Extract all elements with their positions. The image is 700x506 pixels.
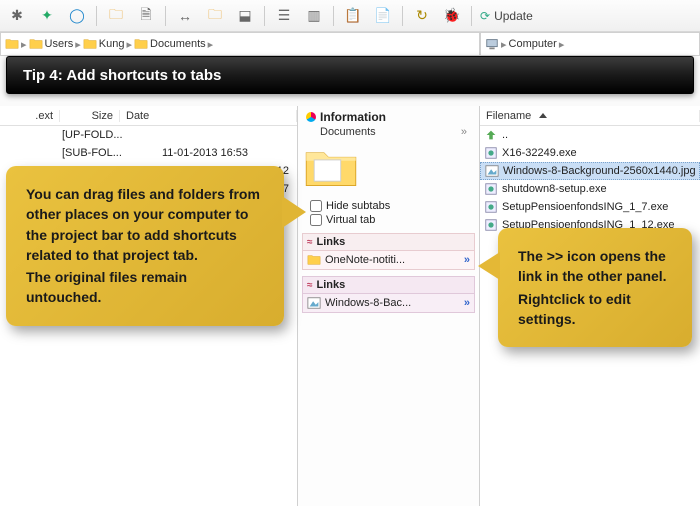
clipboard-icon[interactable]: 📋 [342, 5, 364, 27]
tool-icon[interactable]: ✦ [36, 5, 58, 27]
folder-large-icon [302, 144, 360, 190]
col-size[interactable]: Size [60, 110, 120, 122]
hide-subtabs-checkbox[interactable]: Hide subtabs [302, 199, 475, 213]
tip-title: Tip 4: Add shortcuts to tabs [23, 67, 221, 84]
link-item[interactable]: Windows-8-Bac... » [302, 294, 475, 313]
main-toolbar: ✱ ✦ ◯ 🗀 🗎 ↔ 🗀 ⬓ ☰ ▥ 📋 📄 ↻ 🐞 ⟳ Update [0, 0, 700, 32]
list-item-up[interactable]: .. [480, 126, 700, 144]
list-item[interactable]: [SUB-FOL...11-01-2013 16:53 [0, 144, 297, 162]
col-date[interactable]: Date [120, 110, 297, 122]
open-in-other-panel-icon[interactable]: » [464, 297, 470, 309]
col-ext[interactable]: .ext [0, 110, 60, 122]
link-item[interactable]: OneNote-notiti... » [302, 251, 475, 270]
tool-icon[interactable]: ▥ [303, 5, 325, 27]
paste-icon[interactable]: 📄 [372, 5, 394, 27]
right-column-header[interactable]: Filename [480, 106, 700, 126]
tool-icon[interactable]: ↔ [174, 5, 196, 27]
update-button[interactable]: ⟳ Update [480, 9, 533, 23]
info-header: Information [302, 108, 475, 126]
col-filename[interactable]: Filename [480, 110, 700, 122]
callout-text: You can drag files and folders from othe… [26, 184, 264, 265]
tool-icon[interactable]: ✱ [6, 5, 28, 27]
sync-icon[interactable]: ↻ [411, 5, 433, 27]
tool-icon[interactable]: ◯ [66, 5, 88, 27]
tool-icon[interactable]: ☰ [273, 5, 295, 27]
callout-text: Rightclick to edit settings. [518, 289, 672, 330]
tip-callout-right: The >> icon opens the link in the other … [498, 228, 692, 347]
list-item[interactable]: X16-32249.exe [480, 144, 700, 162]
tip-callout-left: You can drag files and folders from othe… [6, 166, 284, 326]
list-item[interactable]: shutdown8-setup.exe [480, 180, 700, 198]
breadcrumb-row: ▸ Users ▸ Kung ▸ Documents ▸ ▸ Computer … [0, 32, 700, 56]
links-section-header[interactable]: ≈ Links [302, 233, 475, 251]
links-section-header[interactable]: ≈ Links [302, 276, 475, 294]
tool-icon[interactable]: 🗀 [204, 5, 226, 27]
update-label: Update [494, 9, 533, 23]
folder-icon[interactable]: 🗀 [105, 5, 127, 27]
breadcrumb-right[interactable]: ▸ Computer ▸ [480, 32, 700, 56]
breadcrumb-left[interactable]: ▸ Users ▸ Kung ▸ Documents ▸ [0, 32, 480, 56]
list-item[interactable]: [UP-FOLD... [0, 126, 297, 144]
collapse-icon: ≈ [307, 280, 313, 291]
info-subtitle: Documents» [302, 126, 475, 142]
info-panel: Information Documents» Hide subtabs Virt… [298, 106, 480, 506]
sort-asc-icon [539, 113, 547, 118]
bug-icon[interactable]: 🐞 [441, 5, 463, 27]
tip-banner: Tip 4: Add shortcuts to tabs [6, 56, 694, 94]
tool-icon[interactable]: ⬓ [234, 5, 256, 27]
callout-text: The >> icon opens the link in the other … [518, 246, 672, 287]
left-column-header[interactable]: .ext Size Date [0, 106, 297, 126]
chevron-right-icon[interactable]: » [461, 126, 467, 138]
collapse-icon: ≈ [307, 237, 313, 248]
virtual-tab-checkbox[interactable]: Virtual tab [302, 213, 475, 227]
document-icon[interactable]: 🗎 [135, 5, 157, 27]
open-in-other-panel-icon[interactable]: » [464, 254, 470, 266]
list-item[interactable]: Windows-8-Background-2560x1440.jpg [480, 162, 700, 180]
callout-text: The original files remain untouched. [26, 267, 264, 308]
list-item[interactable]: SetupPensioenfondsING_1_7.exe [480, 198, 700, 216]
